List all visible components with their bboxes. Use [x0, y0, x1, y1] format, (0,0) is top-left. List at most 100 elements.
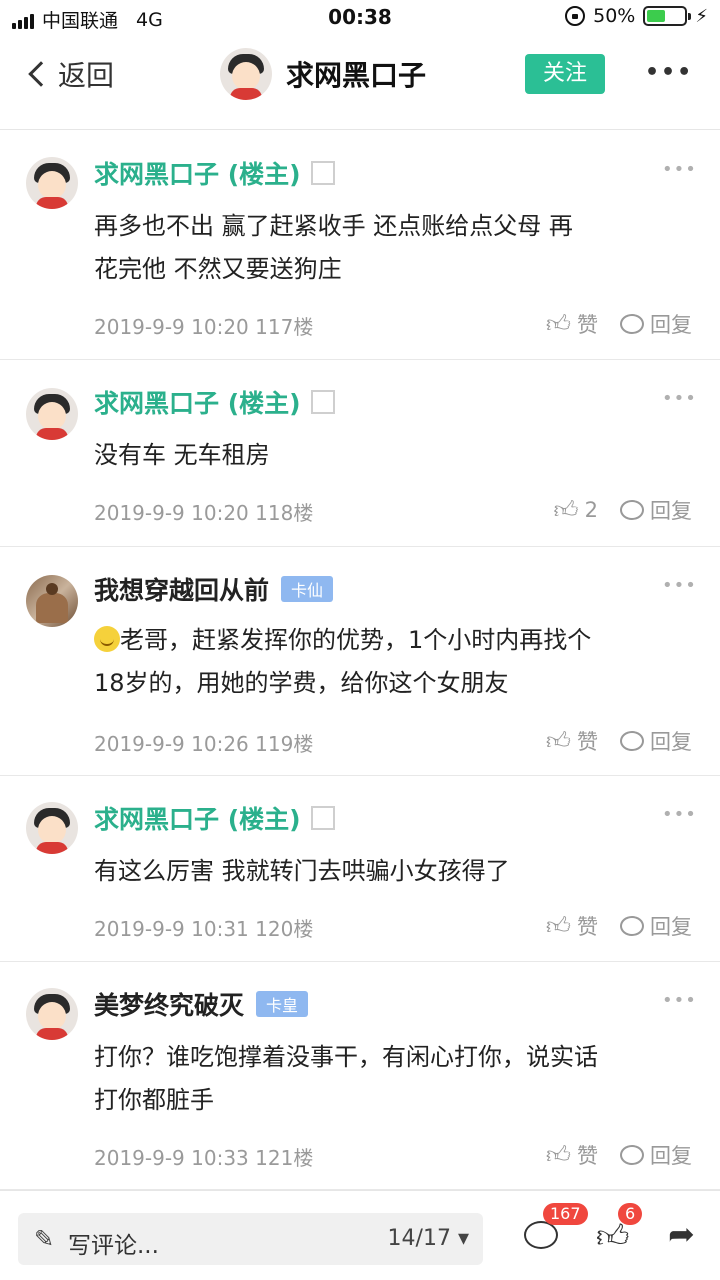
- post-floor: 119楼: [255, 732, 314, 756]
- post-floor: 121楼: [255, 1146, 314, 1170]
- post-text: 没有车 无车租房: [94, 434, 694, 477]
- battery-icon: [643, 6, 692, 26]
- reply-button[interactable]: 回复: [620, 309, 692, 339]
- like-button[interactable]: 👍︎ 赞: [546, 911, 598, 941]
- post-floor: 117楼: [255, 315, 314, 339]
- page-selector[interactable]: 14/17 ▾: [388, 1226, 469, 1251]
- comment-icon[interactable]: [524, 1221, 558, 1249]
- reply-button[interactable]: 回复: [620, 911, 692, 941]
- like-button[interactable]: 👍︎ 赞: [546, 1140, 598, 1170]
- more-icon[interactable]: •••: [662, 388, 697, 409]
- reply-label: 回复: [650, 1144, 692, 1168]
- list-item: 美梦终究破灭 卡皇 ••• 打你？谁吃饱撑着没事干，有闲心打你，说实话 打你都脏…: [0, 962, 720, 1190]
- checkbox[interactable]: [310, 161, 335, 185]
- post-time: 2019-9-9 10:26: [94, 732, 249, 756]
- post-actions: 👍︎ 赞 回复: [546, 911, 692, 941]
- post-author[interactable]: 求网黑口子 (楼主): [94, 800, 335, 836]
- back-button[interactable]: 返回: [24, 54, 114, 94]
- status-bar: 中国联通 4G 00:38 50% ⚡: [0, 0, 720, 36]
- post-meta: 2019-9-9 10:33 121楼: [94, 1142, 313, 1171]
- post-actions: 👍︎ 赞 回复: [546, 726, 692, 756]
- post-author[interactable]: 美梦终究破灭 卡皇: [94, 986, 309, 1022]
- reply-button[interactable]: 回复: [620, 495, 692, 525]
- thumbs-up-icon: 👍︎: [545, 309, 571, 338]
- share-icon[interactable]: ➦: [668, 1215, 695, 1253]
- post-actions: 👍︎ 2 回复: [554, 495, 692, 525]
- author-name: 美梦终究破灭: [94, 991, 245, 1020]
- grin-emoji-icon: [94, 626, 120, 652]
- post-author[interactable]: 求网黑口子 (楼主): [94, 155, 335, 191]
- avatar[interactable]: [26, 802, 78, 854]
- post-time: 2019-9-9 10:20: [94, 501, 249, 525]
- more-icon[interactable]: •••: [662, 804, 697, 825]
- more-icon[interactable]: •••: [662, 990, 697, 1011]
- post-text-line: 再多也不出 赢了赶紧收手 还点账给点父母 再: [94, 212, 573, 240]
- more-icon[interactable]: •••: [662, 575, 697, 596]
- like-label: 赞: [577, 1144, 598, 1168]
- post-text-line: 花完他 不然又要送狗庄: [94, 255, 342, 283]
- nav-bar: 返回 求网黑口子 关注 •••: [0, 36, 720, 130]
- post-time: 2019-9-9 10:33: [94, 1146, 249, 1170]
- thumbs-up-icon: 👍︎: [545, 911, 571, 940]
- checkbox[interactable]: [310, 806, 335, 830]
- post-meta: 2019-9-9 10:20 117楼: [94, 311, 313, 340]
- avatar[interactable]: [26, 388, 78, 440]
- post-text-line: 没有车 无车租房: [94, 441, 270, 469]
- post-text-line: 打你？谁吃饱撑着没事干，有闲心打你，说实话: [94, 1043, 598, 1071]
- post-text-line: 18岁的，用她的学费，给你这个女朋友: [94, 669, 509, 697]
- avatar[interactable]: [26, 988, 78, 1040]
- post-floor: 118楼: [255, 501, 314, 525]
- charging-icon: ⚡: [695, 5, 708, 27]
- comment-icon: [620, 500, 644, 520]
- like-button[interactable]: 👍︎ 2: [554, 496, 598, 525]
- comment-icon: [620, 731, 644, 751]
- avatar[interactable]: [26, 157, 78, 209]
- comment-input[interactable]: ✎ 写评论... 14/17 ▾: [18, 1213, 483, 1265]
- pencil-icon: ✎: [34, 1225, 55, 1253]
- post-time: 2019-9-9 10:20: [94, 315, 249, 339]
- checkbox[interactable]: [310, 390, 335, 414]
- rotation-lock-icon: [565, 6, 586, 26]
- back-label: 返回: [58, 59, 115, 92]
- post-actions: 👍︎ 赞 回复: [546, 309, 692, 339]
- avatar[interactable]: [26, 575, 78, 627]
- more-icon[interactable]: •••: [645, 60, 693, 85]
- reply-label: 回复: [650, 499, 692, 523]
- comment-count-badge: 167: [543, 1203, 588, 1225]
- post-time: 2019-9-9 10:31: [94, 917, 249, 941]
- comment-icon: [620, 314, 644, 334]
- reply-label: 回复: [650, 313, 692, 337]
- like-count: 2: [584, 498, 598, 522]
- post-meta: 2019-9-9 10:26 119楼: [94, 728, 313, 757]
- nav-author[interactable]: 求网黑口子: [220, 48, 426, 100]
- page-title: 求网黑口子: [286, 59, 427, 92]
- thumbs-up-icon: 👍︎: [545, 726, 571, 755]
- reply-button[interactable]: 回复: [620, 1140, 692, 1170]
- follow-button[interactable]: 关注: [525, 54, 605, 94]
- post-author[interactable]: 求网黑口子 (楼主): [94, 384, 335, 420]
- list-item: 我想穿越回从前 卡仙 ••• 老哥，赶紧发挥你的优势，1个小时内再找个 18岁的…: [0, 547, 720, 776]
- author-name: 求网黑口子 (楼主): [94, 160, 301, 189]
- post-text-line: 打你都脏手: [94, 1086, 214, 1114]
- avatar: [220, 48, 272, 100]
- reply-button[interactable]: 回复: [620, 726, 692, 756]
- more-icon[interactable]: •••: [662, 159, 697, 180]
- author-name: 我想穿越回从前: [94, 576, 270, 605]
- reply-label: 回复: [650, 915, 692, 939]
- post-text-line-content: 老哥，赶紧发挥你的优势，1个小时内再找个: [120, 626, 592, 654]
- comment-icon: [620, 916, 644, 936]
- chevron-left-icon: [28, 61, 54, 87]
- author-name: 求网黑口子 (楼主): [94, 805, 301, 834]
- list-item: 求网黑口子 (楼主) ••• 有这么厉害 我就转门去哄骗小女孩得了 2019-9…: [0, 776, 720, 962]
- list-item: 求网黑口子 (楼主) ••• 没有车 无车租房 2019-9-9 10:20 1…: [0, 360, 720, 547]
- like-button[interactable]: 👍︎ 赞: [546, 726, 598, 756]
- post-text: 老哥，赶紧发挥你的优势，1个小时内再找个 18岁的，用她的学费，给你这个女朋友: [94, 619, 694, 705]
- author-name: 求网黑口子 (楼主): [94, 389, 301, 418]
- battery-percent: 50%: [593, 5, 636, 27]
- post-author[interactable]: 我想穿越回从前 卡仙: [94, 571, 334, 607]
- like-count-badge: 6: [618, 1203, 643, 1225]
- comment-icon: [620, 1145, 644, 1165]
- list-item: 求网黑口子 (楼主) ••• 再多也不出 赢了赶紧收手 还点账给点父母 再 花完…: [0, 131, 720, 360]
- like-button[interactable]: 👍︎ 赞: [546, 309, 598, 339]
- post-text: 有这么厉害 我就转门去哄骗小女孩得了: [94, 850, 694, 893]
